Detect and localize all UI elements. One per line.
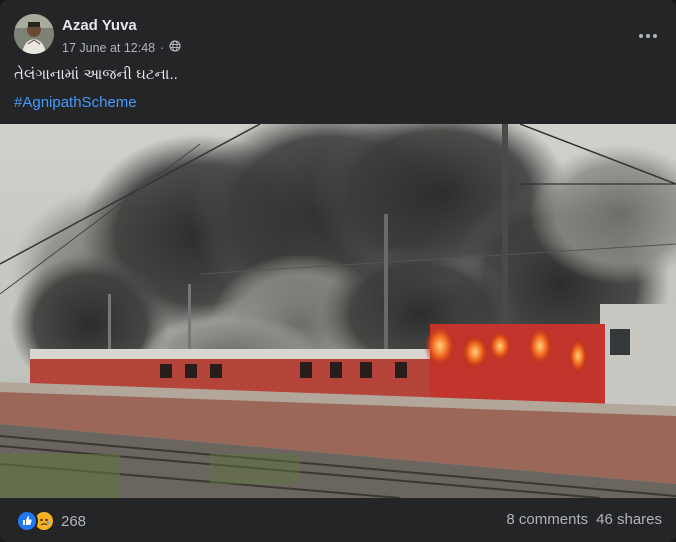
post-header: Azad Yuva 17 June at 12:48 · [14,14,662,58]
reaction-count: 268 [61,512,87,530]
more-dots-icon [639,34,657,38]
post-meta: 17 June at 12:48 · [62,40,181,55]
author-name[interactable]: Azad Yuva [62,17,137,34]
engagement-stats: 8 comments 46 shares [506,511,662,528]
reactions-summary[interactable]: 268 [16,510,86,532]
meta-separator: · [160,40,165,55]
avatar-image [14,14,54,54]
post-video[interactable] [0,124,676,498]
globe-icon[interactable] [169,40,181,55]
avatar[interactable] [14,14,54,54]
facebook-post: Azad Yuva 17 June at 12:48 · તેલંગાનામાં… [0,0,676,542]
more-options-button[interactable] [630,18,666,54]
post-footer: 268 8 comments 46 shares [0,498,676,542]
like-icon [16,510,38,532]
post-caption: તેલંગાનામાં આજની ઘટના.. [14,66,178,83]
shares-count-link[interactable]: 46 shares [596,511,662,528]
post-timestamp[interactable]: 17 June at 12:48 [62,41,155,55]
comments-count-link[interactable]: 8 comments [506,511,588,528]
video-still [0,124,676,498]
hashtag-link[interactable]: #AgnipathScheme [14,94,137,111]
